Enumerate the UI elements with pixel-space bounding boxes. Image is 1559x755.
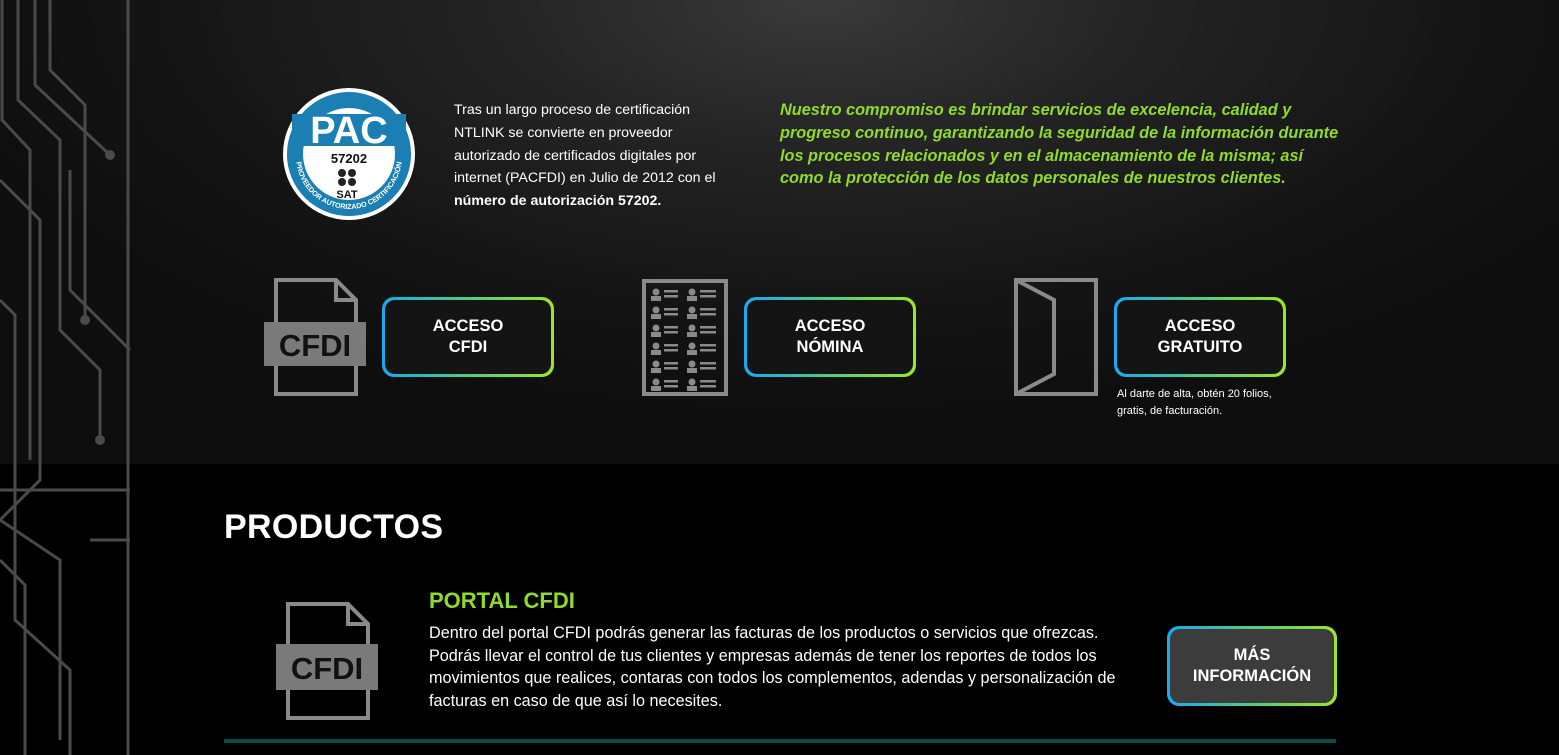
svg-text:CFDI: CFDI (291, 651, 363, 686)
payroll-list-icon (642, 279, 728, 396)
certification-text: Tras un largo proceso de certificación N… (454, 102, 716, 210)
access-gratuito-button[interactable]: ACCESO GRATUITO (1114, 297, 1286, 377)
open-door-icon (1014, 278, 1098, 396)
authorization-number: número de autorización 57202. (454, 193, 662, 210)
cfdi-document-icon: CFDI (264, 278, 366, 396)
hero-section (0, 0, 1559, 464)
access-cfdi-button[interactable]: ACCESO CFDI (382, 297, 554, 377)
svg-text:57202: 57202 (331, 151, 367, 166)
section-divider (224, 739, 1336, 743)
more-info-button[interactable]: MÁS INFORMACIÓN (1167, 626, 1337, 706)
product-description: Dentro del portal CFDI podrás generar la… (429, 624, 1116, 710)
gratuito-note: Al darte de alta, obtén 20 folios, grati… (1117, 388, 1272, 417)
svg-text:CFDI: CFDI (279, 328, 351, 363)
circuit-decoration (0, 0, 132, 755)
pac-seal-logo: PAC 57202 SAT PROVEEDOR AUTORIZADO CERTI… (283, 88, 415, 220)
svg-text:PAC: PAC (310, 110, 387, 152)
cfdi-document-icon: CFDI (276, 602, 378, 720)
products-heading: PRODUCTOS (224, 508, 444, 546)
product-title: PORTAL CFDI (429, 588, 575, 613)
commitment-statement: Nuestro compromiso es brindar servicios … (780, 101, 1339, 188)
access-nomina-button[interactable]: ACCESO NÓMINA (744, 297, 916, 377)
svg-text:SAT: SAT (336, 189, 357, 201)
